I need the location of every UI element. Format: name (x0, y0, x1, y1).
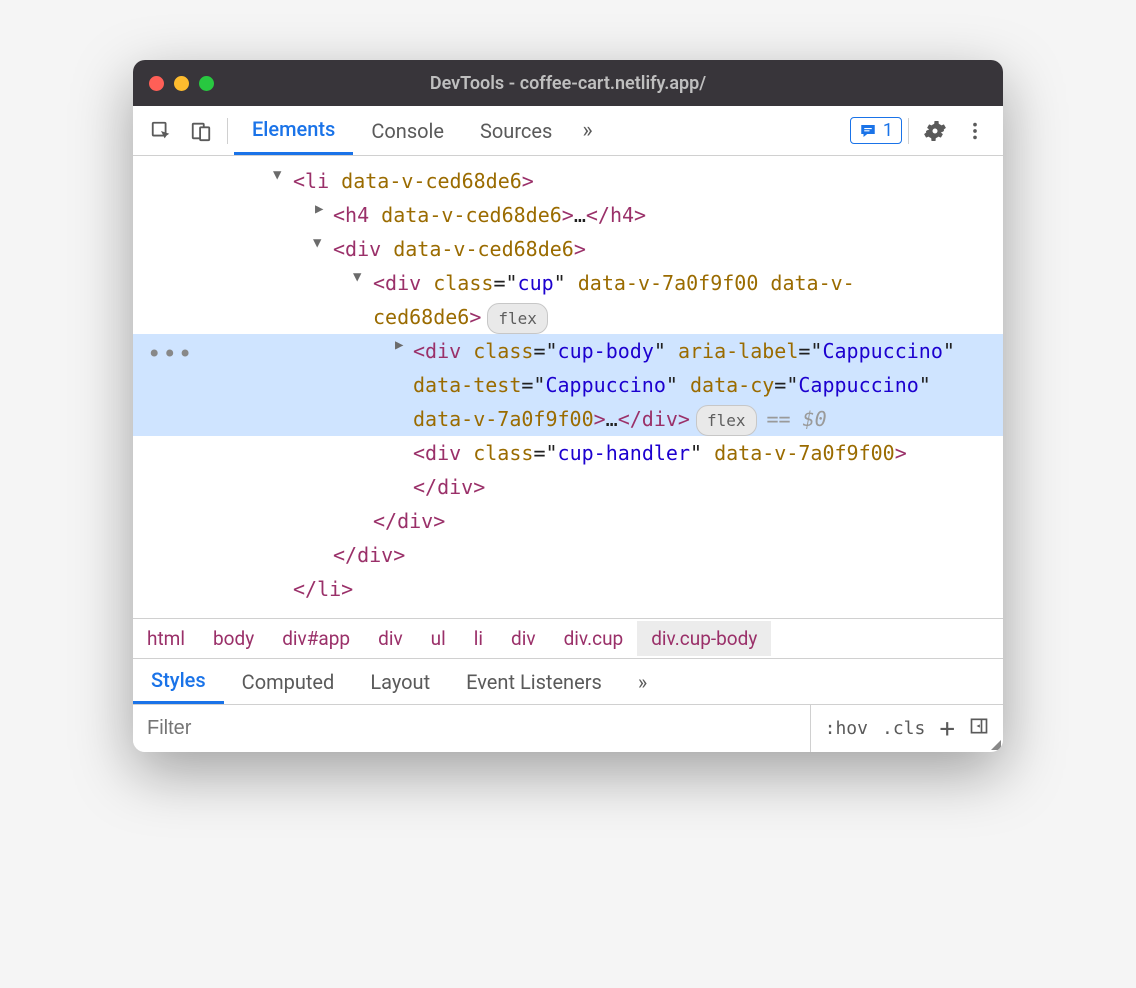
dom-node-div-cup-handler[interactable]: <div class="cup-handler" data-v-7a0f9f00… (133, 436, 1003, 504)
divider (908, 118, 909, 144)
traffic-lights (149, 76, 214, 91)
dom-tree[interactable]: ▼ <li data-v-ced68de6> ▶ <h4 data-v-ced6… (133, 156, 1003, 618)
dom-close-div[interactable]: </div> (133, 538, 1003, 572)
dom-node-li[interactable]: ▼ <li data-v-ced68de6> (133, 164, 1003, 198)
crumb-html[interactable]: html (133, 621, 199, 656)
breadcrumb: html body div#app div ul li div div.cup … (133, 618, 1003, 658)
dom-node-div-cup[interactable]: ▼ <div class="cup" data-v-7a0f9f00 data-… (133, 266, 1003, 334)
cls-toggle[interactable]: .cls (882, 718, 925, 739)
device-toggle-icon[interactable] (181, 111, 221, 151)
settings-icon[interactable] (915, 111, 955, 151)
dom-node-h4[interactable]: ▶ <h4 data-v-ced68de6>…</h4> (133, 198, 1003, 232)
hov-toggle[interactable]: :hov (825, 718, 868, 739)
crumb-li[interactable]: li (460, 621, 497, 656)
styles-panel-tabs: Styles Computed Layout Event Listeners » (133, 658, 1003, 704)
more-tabs-icon[interactable]: » (570, 118, 604, 143)
tab-sources[interactable]: Sources (462, 106, 570, 155)
tab-computed[interactable]: Computed (224, 659, 353, 704)
tab-event-listeners[interactable]: Event Listeners (448, 659, 620, 704)
window-title: DevTools - coffee-cart.netlify.app/ (133, 73, 1003, 94)
dom-close-div[interactable]: </div> (133, 504, 1003, 538)
minimize-window-button[interactable] (174, 76, 189, 91)
tab-console[interactable]: Console (353, 106, 462, 155)
crumb-ul[interactable]: ul (417, 621, 460, 656)
kebab-menu-icon[interactable] (955, 111, 995, 151)
dom-close-li[interactable]: </li> (133, 572, 1003, 606)
tab-styles[interactable]: Styles (133, 659, 224, 704)
styles-filter-input[interactable] (133, 705, 810, 752)
panel-tabs: Elements Console Sources (234, 106, 570, 155)
maximize-window-button[interactable] (199, 76, 214, 91)
ellipsis-icon[interactable]: ••• (147, 334, 193, 375)
crumb-div2[interactable]: div (497, 621, 550, 656)
computed-sidebar-icon[interactable] (969, 716, 989, 741)
tab-layout[interactable]: Layout (352, 659, 448, 704)
dom-node-div[interactable]: ▼ <div data-v-ced68de6> (133, 232, 1003, 266)
tab-elements[interactable]: Elements (234, 106, 353, 155)
titlebar: DevTools - coffee-cart.netlify.app/ (133, 60, 1003, 106)
flex-badge[interactable]: flex (696, 405, 757, 436)
new-style-rule-icon[interactable]: + (939, 714, 955, 744)
devtools-window: DevTools - coffee-cart.netlify.app/ Elem… (133, 60, 1003, 752)
issues-count: 1 (883, 120, 893, 141)
resize-handle-icon[interactable] (991, 740, 1001, 750)
close-window-button[interactable] (149, 76, 164, 91)
dom-node-div-cup-body[interactable]: ••• ▶ <div class="cup-body" aria-label="… (133, 334, 1003, 436)
styles-filter-row: :hov .cls + (133, 704, 1003, 752)
styles-tools: :hov .cls + (810, 705, 1003, 752)
more-styles-tabs-icon[interactable]: » (620, 659, 665, 704)
divider (227, 118, 228, 144)
toolbar: Elements Console Sources » 1 (133, 106, 1003, 156)
issues-badge[interactable]: 1 (850, 117, 902, 144)
selected-indicator: == $0 (767, 407, 827, 431)
crumb-div[interactable]: div (364, 621, 417, 656)
crumb-div-cup-body[interactable]: div.cup-body (637, 621, 771, 656)
crumb-div-cup[interactable]: div.cup (550, 621, 638, 656)
inspect-element-icon[interactable] (141, 111, 181, 151)
crumb-body[interactable]: body (199, 621, 268, 656)
flex-badge[interactable]: flex (487, 303, 548, 334)
message-icon (859, 122, 877, 140)
crumb-div-app[interactable]: div#app (268, 621, 364, 656)
